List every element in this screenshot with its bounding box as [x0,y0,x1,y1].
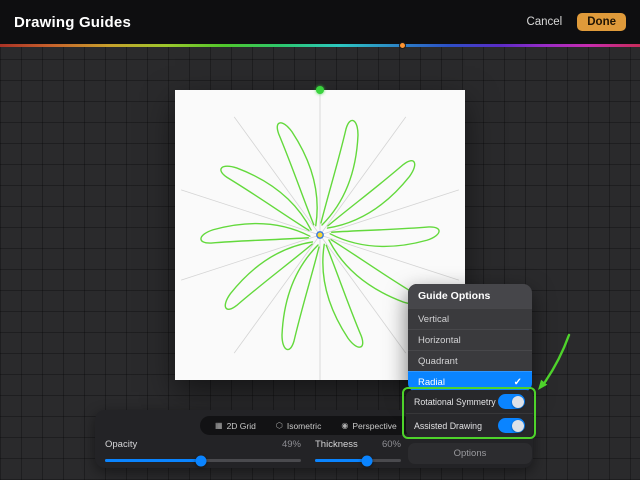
tab-label: Perspective [352,421,396,431]
thickness-label: Thickness [315,439,358,450]
tab-isometric[interactable]: ⬡ Isometric [266,416,331,435]
thickness-value: 60% [382,439,401,450]
slider-head: Thickness 60% [315,439,401,450]
thickness-slider-track[interactable] [315,459,401,462]
hue-slider-thumb[interactable] [399,42,406,49]
slider-fill [105,459,201,462]
assisted-drawing-label: Assisted Drawing [414,421,482,431]
guide-color-hue-slider[interactable] [0,44,640,47]
option-vertical[interactable]: Vertical ✓ [408,308,532,329]
slider-fill [315,459,367,462]
opacity-slider-track[interactable] [105,459,301,462]
option-quadrant[interactable]: Quadrant ✓ [408,350,532,371]
guide-options-popup: Guide Options Vertical ✓ Horizontal ✓ Qu… [408,284,532,392]
option-label: Radial [418,377,445,388]
toggle-knob [512,420,524,432]
option-radial[interactable]: Radial ✓ [408,371,532,392]
thickness-slider-thumb[interactable] [361,455,372,466]
isometric-icon: ⬡ [276,422,283,430]
opacity-value: 49% [282,439,301,450]
procreate-drawing-guides-screen: Drawing Guides Cancel Done [0,0,640,480]
rotational-symmetry-row: Rotational Symmetry [406,390,533,413]
top-bar: Drawing Guides Cancel Done [0,0,640,44]
symmetry-toggles-panel: Rotational Symmetry Assisted Drawing [406,390,533,437]
top-bar-actions: Cancel Done [526,13,626,31]
option-label: Horizontal [418,335,461,346]
page-title: Drawing Guides [14,14,131,31]
perspective-icon: ◉ [341,422,348,430]
assisted-drawing-toggle[interactable] [498,418,525,433]
rotational-symmetry-label: Rotational Symmetry [414,397,496,407]
assisted-drawing-row: Assisted Drawing [406,413,533,437]
done-button[interactable]: Done [577,13,626,31]
option-horizontal[interactable]: Horizontal ✓ [408,329,532,350]
opacity-slider-thumb[interactable] [196,455,207,466]
checkmark-icon: ✓ [514,377,522,388]
grid-icon: ▦ [215,422,223,430]
option-label: Vertical [418,314,449,325]
guide-type-tabs: ▦ 2D Grid ⬡ Isometric ◉ Perspective [200,416,412,435]
guide-center-node[interactable] [317,232,323,238]
tab-label: Isometric [287,421,321,431]
cancel-button[interactable]: Cancel [526,16,562,28]
tab-2d-grid[interactable]: ▦ 2D Grid [205,416,266,435]
thickness-slider-group: Thickness 60% [315,439,401,462]
opacity-label: Opacity [105,439,137,450]
options-button[interactable]: Options [408,443,532,464]
option-label: Quadrant [418,356,458,367]
toggle-knob [512,396,524,408]
slider-head: Opacity 49% [105,439,301,450]
popup-title: Guide Options [408,284,532,308]
opacity-slider-group: Opacity 49% [105,439,301,462]
rotational-symmetry-toggle[interactable] [498,394,525,409]
tab-perspective[interactable]: ◉ Perspective [331,416,406,435]
tab-label: 2D Grid [227,421,256,431]
guide-rotation-handle[interactable] [316,86,324,94]
